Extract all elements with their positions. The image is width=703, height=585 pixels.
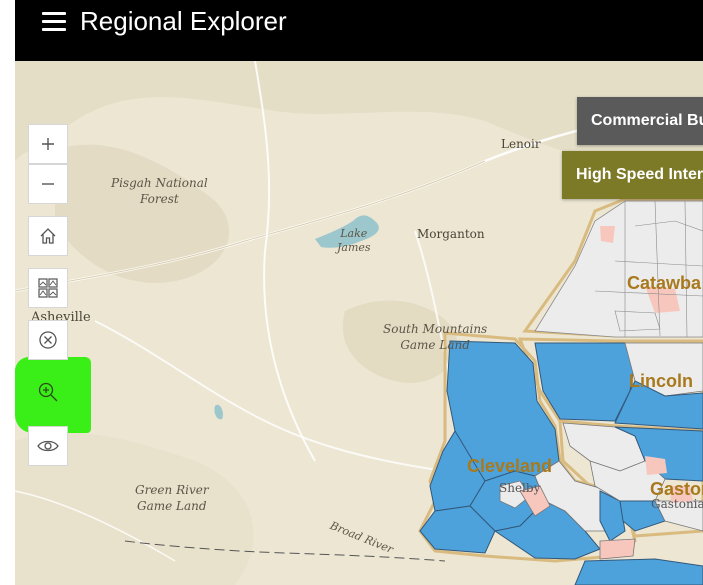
- county-label-lincoln: Lincoln: [629, 371, 693, 391]
- map-view[interactable]: Lenoir Morganton Asheville Shelby Gaston…: [15, 61, 703, 585]
- layer-button-high-speed[interactable]: High Speed Inter: [562, 151, 703, 199]
- hamburger-menu-icon[interactable]: [42, 10, 68, 34]
- eye-icon: [37, 440, 59, 452]
- plus-icon: [42, 138, 54, 150]
- county-label-gaston: Gaston: [650, 479, 703, 499]
- layer-button-commercial[interactable]: Commercial Bu: [577, 97, 703, 145]
- zoom-to-button[interactable]: [28, 372, 68, 412]
- minus-icon: [42, 183, 54, 185]
- zoom-in-button[interactable]: [28, 124, 68, 164]
- home-button[interactable]: [28, 216, 68, 256]
- place-label-morganton: Morganton: [417, 227, 485, 241]
- view-button[interactable]: [28, 426, 68, 466]
- area-label-lake-james: Lake James: [337, 227, 371, 254]
- home-icon: [40, 228, 56, 244]
- area-label-pisgah: Pisgah National Forest: [111, 176, 208, 206]
- basemap-gallery-icon: [38, 278, 58, 298]
- area-label-south-mountains: South Mountains Game Land: [383, 322, 488, 352]
- county-label-catawba: Catawba: [627, 273, 702, 293]
- area-label-green-river: Green River Game Land: [135, 483, 209, 513]
- close-circle-icon: [39, 331, 57, 349]
- zoom-out-button[interactable]: [28, 164, 68, 204]
- app-title: Regional Explorer: [80, 6, 287, 36]
- left-margin: [0, 0, 15, 585]
- place-label-lenoir: Lenoir: [501, 137, 541, 151]
- clear-button[interactable]: [28, 320, 68, 360]
- county-label-cleveland: Cleveland: [467, 456, 553, 476]
- zoom-in-icon: [38, 382, 58, 402]
- app-header: Regional Explorer: [15, 0, 703, 61]
- basemap-gallery-button[interactable]: [28, 268, 68, 308]
- place-label-shelby: Shelby: [499, 481, 541, 495]
